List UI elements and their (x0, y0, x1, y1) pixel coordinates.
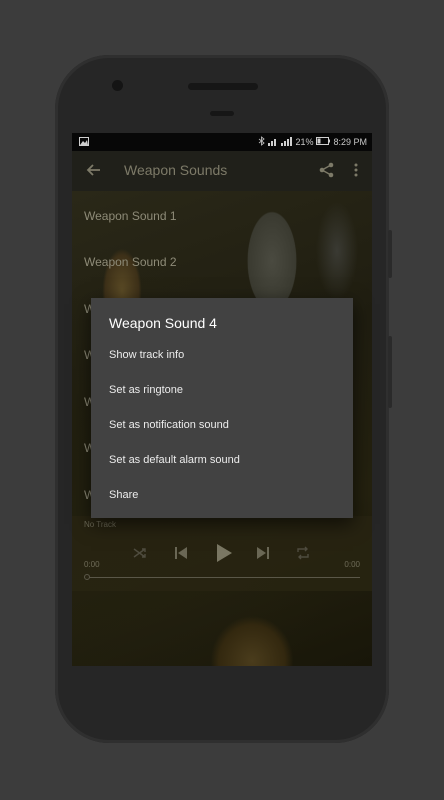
next-icon[interactable] (255, 545, 271, 561)
earpiece (188, 83, 258, 90)
share-icon[interactable] (318, 161, 336, 179)
seek-bar-thumb[interactable] (84, 574, 90, 580)
list-item[interactable]: Weapon Sound 1 (84, 209, 177, 223)
seek-bar[interactable] (86, 577, 360, 578)
clock: 8:29 PM (333, 137, 367, 147)
power-button (388, 336, 392, 408)
front-camera (112, 80, 123, 91)
total-time: 0:00 (344, 560, 360, 569)
dialog-title: Weapon Sound 4 (109, 315, 217, 331)
back-arrow-icon[interactable] (84, 160, 104, 180)
list-item[interactable]: Weapon Sound 2 (84, 255, 177, 269)
previous-icon[interactable] (173, 545, 189, 561)
play-icon[interactable] (213, 542, 235, 564)
app-bar: Weapon Sounds (72, 151, 372, 191)
bluetooth-icon (258, 136, 266, 148)
battery-icon (316, 137, 331, 147)
wifi-icon (268, 137, 278, 148)
menu-item-set-notification[interactable]: Set as notification sound (109, 419, 229, 431)
now-playing-label: No Track (84, 520, 117, 529)
track-options-dialog: Weapon Sound 4 Show track info Set as ri… (91, 298, 353, 518)
repeat-icon[interactable] (295, 545, 311, 561)
battery-percent: 21% (295, 137, 314, 147)
menu-item-share[interactable]: Share (109, 489, 138, 501)
app-title: Weapon Sounds (124, 162, 228, 178)
status-bar: 21% 8:29 PM (72, 133, 372, 151)
menu-item-set-alarm[interactable]: Set as default alarm sound (109, 454, 240, 466)
shuffle-icon[interactable] (132, 545, 148, 561)
volume-button (388, 230, 392, 278)
menu-item-show-track-info[interactable]: Show track info (109, 349, 184, 361)
signal-icon (281, 136, 293, 148)
music-player: No Track 0:00 0:00 (72, 516, 372, 591)
menu-item-set-ringtone[interactable]: Set as ringtone (109, 384, 183, 396)
proximity-sensor (210, 111, 234, 116)
more-options-icon[interactable] (348, 161, 364, 179)
image-notification-icon (79, 137, 89, 148)
elapsed-time: 0:00 (84, 560, 100, 569)
